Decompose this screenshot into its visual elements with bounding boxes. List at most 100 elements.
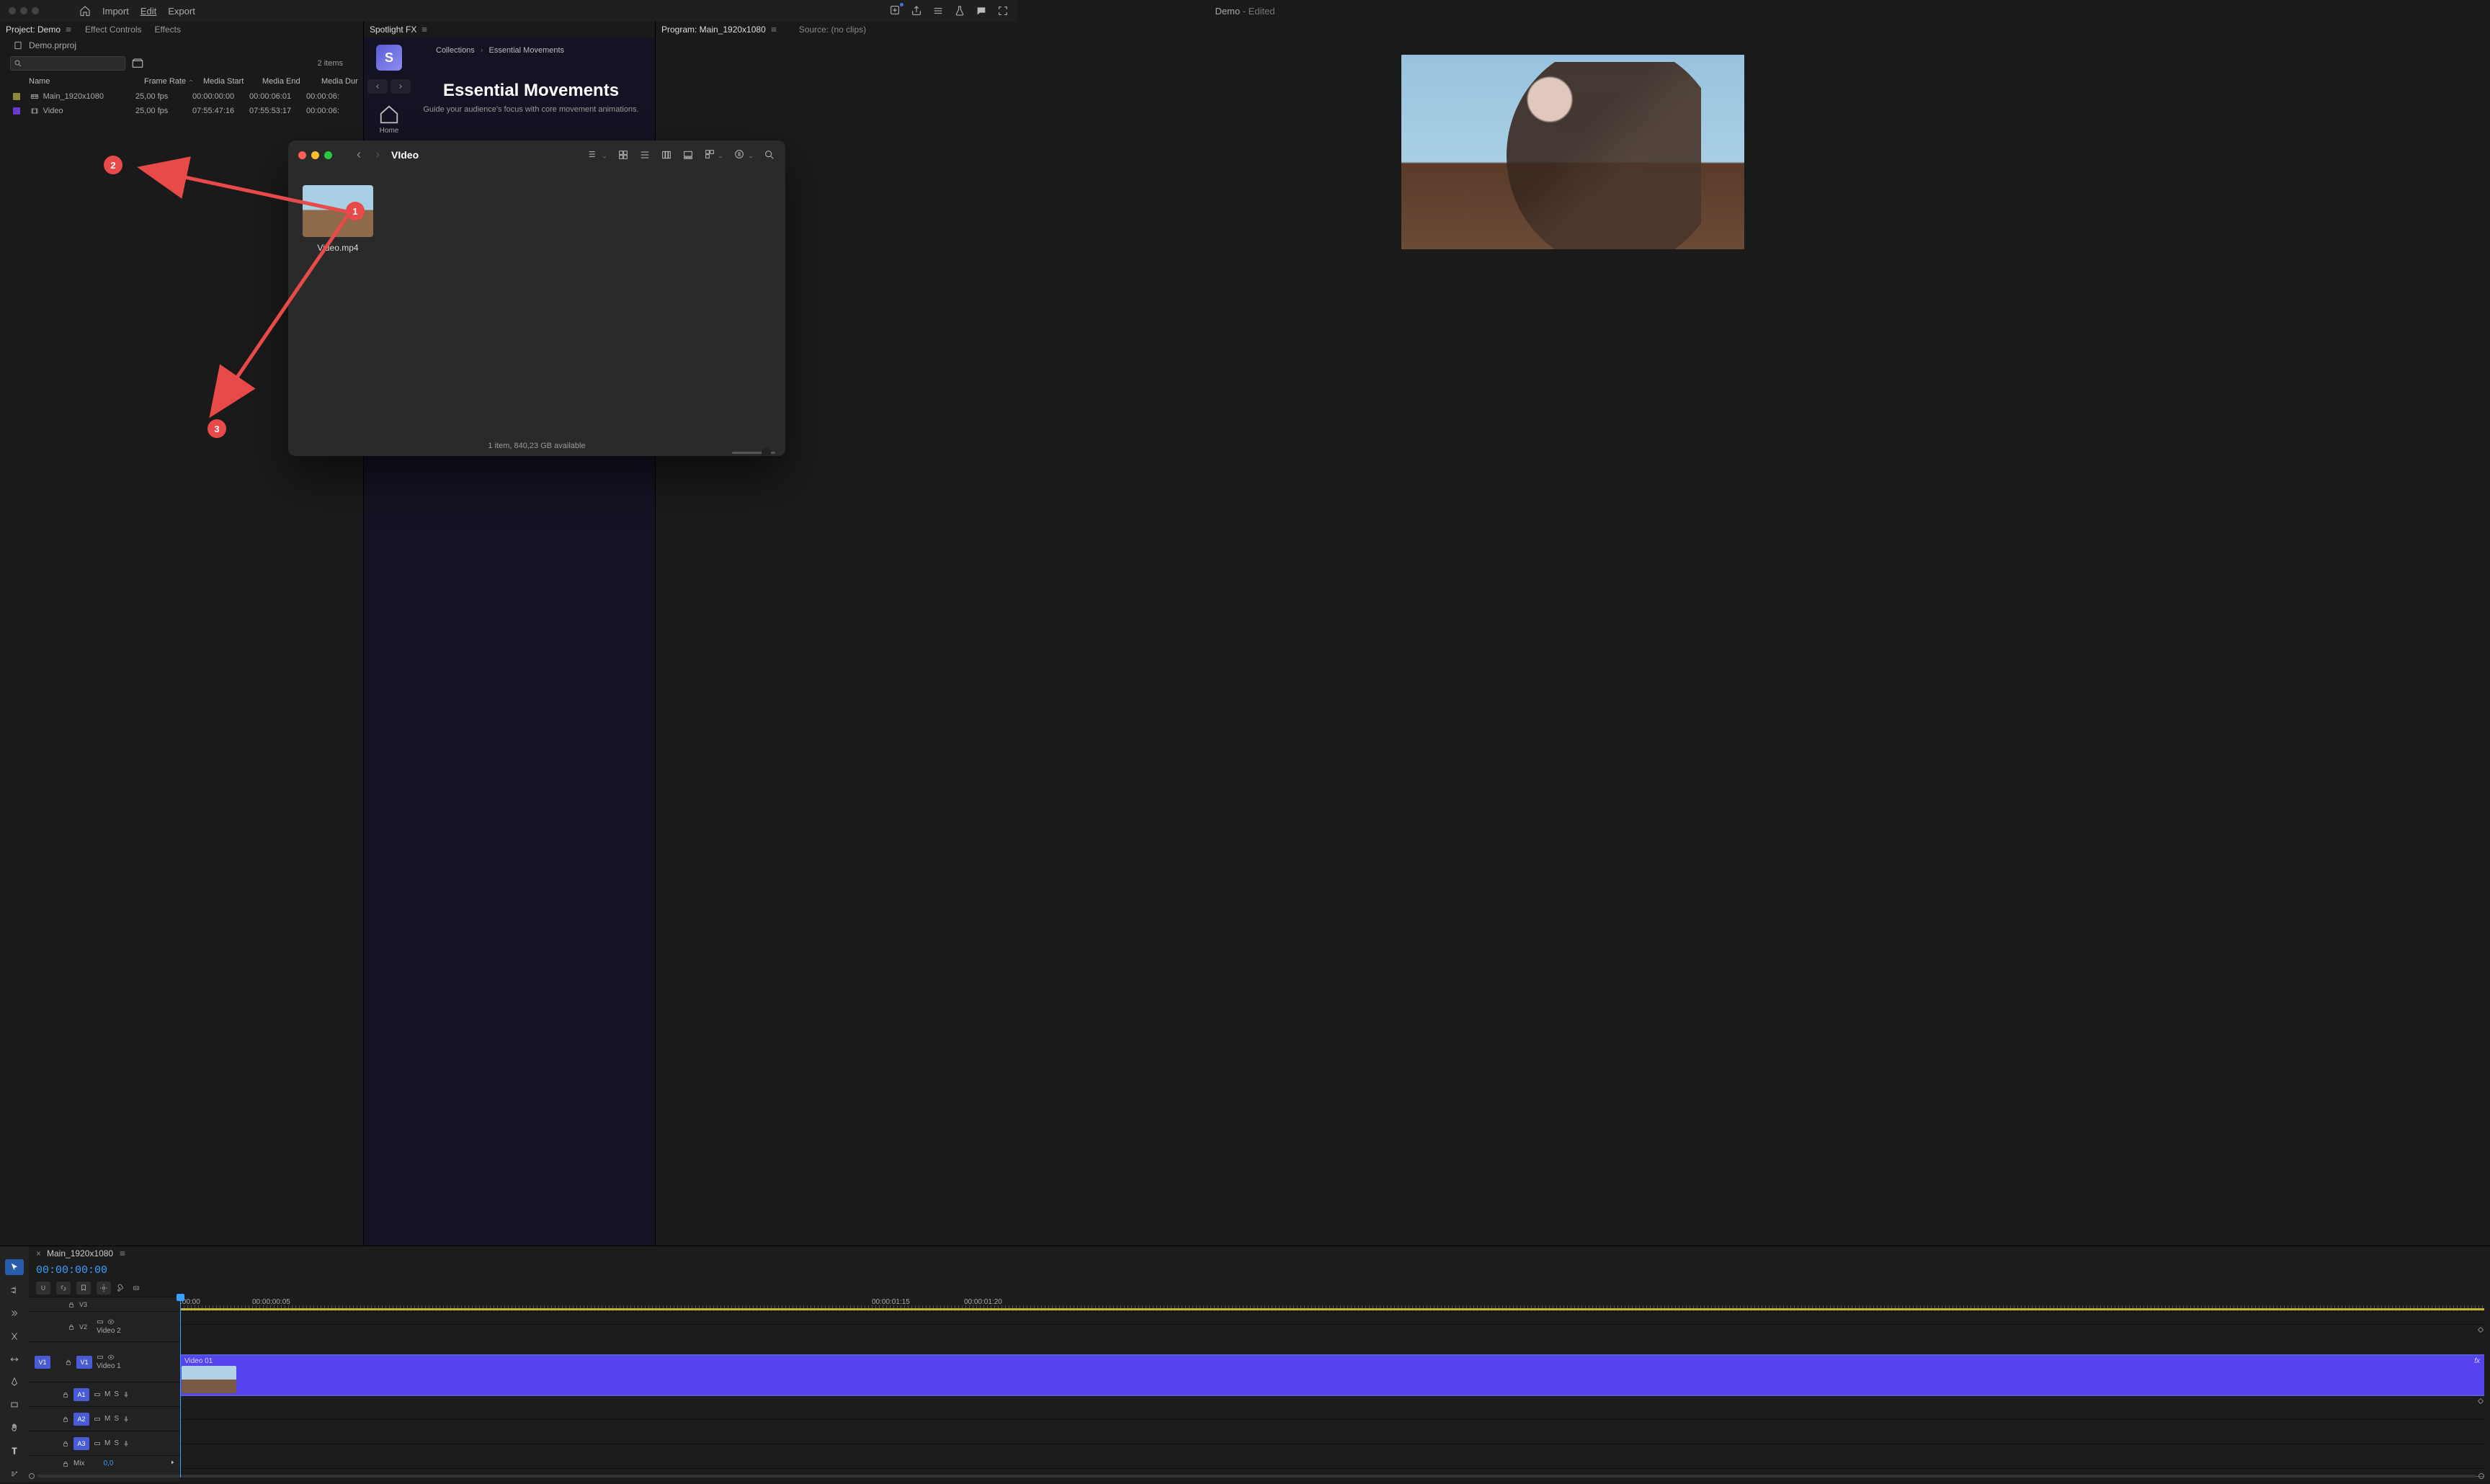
- ripple-tool[interactable]: [5, 1305, 24, 1321]
- source-patch-v1[interactable]: V1: [35, 1356, 50, 1369]
- snap-button[interactable]: [36, 1282, 50, 1295]
- zoom-in-handle[interactable]: [2478, 1473, 2484, 1479]
- mic-icon[interactable]: [122, 1416, 130, 1423]
- track-target-a1[interactable]: A1: [73, 1388, 89, 1401]
- menu-import[interactable]: Import: [102, 6, 129, 17]
- slip-tool[interactable]: [5, 1351, 24, 1367]
- breadcrumb-collections[interactable]: Collections: [436, 46, 475, 55]
- track-label-v2[interactable]: V2: [79, 1323, 92, 1331]
- file-item[interactable]: Video.mp4: [303, 185, 373, 253]
- eye-icon[interactable]: [107, 1354, 115, 1361]
- lock-icon[interactable]: [62, 1440, 69, 1447]
- caption-track-icon[interactable]: [131, 1284, 141, 1292]
- timeline-tracks[interactable]: Video 01 fx: [180, 1311, 2484, 1467]
- lock-icon[interactable]: [68, 1301, 75, 1308]
- project-item-row[interactable]: Main_1920x1080 25,00 fps 00:00:00:00 00:…: [0, 89, 363, 104]
- solo-button[interactable]: S: [114, 1415, 119, 1423]
- project-item-row[interactable]: Video 25,00 fps 07:55:47:16 07:55:53:17 …: [0, 104, 363, 118]
- linked-selection-button[interactable]: [56, 1282, 71, 1295]
- finder-icon-size-slider[interactable]: [732, 452, 775, 454]
- timeline-timecode[interactable]: 00:00:00:00: [36, 1264, 107, 1277]
- razor-tool[interactable]: [5, 1328, 24, 1344]
- gallery-view-button[interactable]: [682, 149, 694, 161]
- project-list-header[interactable]: Name Frame Rate Media Start Media End Me…: [0, 73, 363, 89]
- mix-value[interactable]: 0,0: [104, 1460, 114, 1467]
- keyframe-icon[interactable]: [2478, 1327, 2484, 1333]
- lock-icon[interactable]: [62, 1391, 69, 1398]
- close-sequence-icon[interactable]: ×: [36, 1248, 41, 1259]
- sync-lock-icon[interactable]: [94, 1440, 101, 1447]
- window-traffic-lights[interactable]: [298, 151, 332, 159]
- new-bin-icon[interactable]: [131, 57, 144, 70]
- beaker-icon[interactable]: [954, 5, 965, 17]
- eye-icon[interactable]: [107, 1318, 115, 1326]
- lock-icon[interactable]: [65, 1359, 72, 1366]
- breadcrumb-current[interactable]: Essential Movements: [488, 46, 564, 55]
- settings-panel-icon[interactable]: [932, 5, 944, 17]
- finder-window[interactable]: VIdeo Video.mp4 1 item, 840,23 GB availa…: [288, 140, 785, 456]
- project-file-row[interactable]: Demo.prproj: [0, 37, 363, 53]
- panel-menu-icon[interactable]: [770, 26, 777, 33]
- tab-effects[interactable]: Effects: [155, 24, 181, 35]
- keyframe-icon[interactable]: [2478, 1398, 2484, 1404]
- go-to-end-icon[interactable]: [170, 1460, 176, 1465]
- zoom-out-handle[interactable]: [29, 1473, 35, 1479]
- tab-effect-controls[interactable]: Effect Controls: [85, 24, 141, 35]
- home-icon[interactable]: [79, 5, 91, 17]
- solo-button[interactable]: S: [114, 1439, 119, 1447]
- back-button[interactable]: [354, 150, 364, 160]
- tab-project[interactable]: Project: Demo: [6, 24, 72, 35]
- video-clip[interactable]: Video 01 fx: [180, 1356, 2484, 1395]
- type-tool[interactable]: [5, 1443, 24, 1459]
- rectangle-tool[interactable]: [5, 1397, 24, 1413]
- sync-lock-icon[interactable]: [97, 1354, 104, 1361]
- panel-menu-icon[interactable]: [421, 26, 428, 33]
- track-target-a3[interactable]: A3: [73, 1437, 89, 1450]
- menu-edit[interactable]: Edit: [140, 6, 156, 17]
- search-icon[interactable]: [764, 149, 775, 161]
- icon-view-button[interactable]: [617, 149, 629, 161]
- marker-button[interactable]: [76, 1282, 91, 1295]
- selection-tool[interactable]: [5, 1259, 24, 1275]
- panel-menu-icon[interactable]: [119, 1250, 126, 1257]
- menu-export[interactable]: Export: [168, 6, 195, 17]
- sync-lock-icon[interactable]: [94, 1391, 101, 1398]
- mic-icon[interactable]: [122, 1440, 130, 1447]
- lock-icon[interactable]: [62, 1416, 69, 1423]
- share-icon[interactable]: [911, 5, 922, 17]
- solo-button[interactable]: S: [114, 1390, 119, 1398]
- program-viewport[interactable]: [656, 37, 2490, 1429]
- timeline-zoom-scrollbar[interactable]: [37, 1475, 2476, 1478]
- mix-track-label[interactable]: Mix: [73, 1460, 85, 1467]
- lock-icon[interactable]: [62, 1460, 69, 1467]
- hand-tool[interactable]: [5, 1420, 24, 1436]
- track-select-tool[interactable]: [5, 1282, 24, 1298]
- mute-button[interactable]: M: [104, 1415, 110, 1423]
- playhead[interactable]: [180, 1297, 181, 1478]
- forward-button[interactable]: [372, 150, 383, 160]
- chat-icon[interactable]: [976, 5, 987, 17]
- tab-spotlight-fx[interactable]: Spotlight FX: [370, 24, 416, 35]
- sequence-tab[interactable]: Main_1920x1080: [47, 1248, 113, 1259]
- remix-tool[interactable]: [5, 1466, 24, 1482]
- wrench-icon[interactable]: [117, 1284, 125, 1292]
- sync-lock-icon[interactable]: [94, 1416, 101, 1423]
- mute-button[interactable]: M: [104, 1439, 110, 1447]
- track-target-a2[interactable]: A2: [73, 1413, 89, 1426]
- window-traffic-lights[interactable]: [9, 7, 39, 14]
- nav-forward-button[interactable]: [391, 79, 411, 94]
- mute-button[interactable]: M: [104, 1390, 110, 1398]
- column-view-button[interactable]: [661, 149, 672, 161]
- track-label-v3[interactable]: V3: [79, 1301, 87, 1308]
- sidebar-item-home[interactable]: Home: [378, 104, 400, 135]
- sync-lock-icon[interactable]: [97, 1318, 104, 1326]
- mic-icon[interactable]: [122, 1391, 130, 1398]
- fullscreen-icon[interactable]: [997, 5, 1009, 17]
- track-target-v1[interactable]: V1: [76, 1356, 92, 1369]
- list-view-button[interactable]: [639, 149, 651, 161]
- timeline-ruler[interactable]: :00:00 00:00:00:05 00:00:01:15 00:00:01:…: [180, 1297, 2484, 1311]
- tab-program[interactable]: Program: Main_1920x1080: [661, 24, 777, 35]
- menu-icon[interactable]: [587, 148, 607, 162]
- lock-icon[interactable]: [68, 1323, 75, 1331]
- pen-tool[interactable]: [5, 1375, 24, 1390]
